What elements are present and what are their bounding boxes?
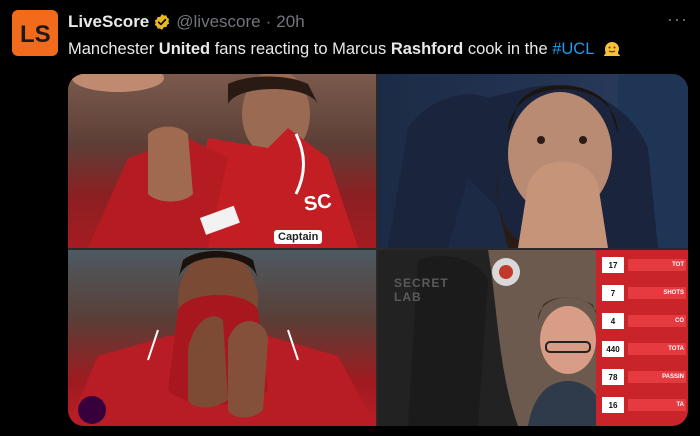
tweet-text-part: cook in the — [463, 40, 553, 58]
sponsor-logo: SC — [302, 190, 334, 216]
player-biting-shirt-photo[interactable]: SC Captain — [68, 74, 376, 248]
avatar-livescore[interactable]: LS — [12, 10, 58, 56]
stat-row: 17 TOT — [602, 256, 686, 274]
player-silhouette-icon — [72, 74, 358, 248]
hashtag-link[interactable]: #UCL — [552, 40, 594, 58]
chair-brand-line: SECRET — [394, 276, 449, 290]
stat-row: 16 TA — [602, 396, 686, 414]
more-options-icon[interactable]: ··· — [667, 9, 688, 30]
account-handle[interactable]: @livescore — [176, 12, 260, 32]
stat-label: TOTA — [628, 343, 686, 355]
stat-value: 16 — [602, 397, 624, 413]
streamer-stats-screen-photo[interactable]: SECRET LAB 17 TOT 7 SHOTS 4 CO 440 TOTA … — [378, 250, 688, 426]
stat-row: 78 PASSIN — [602, 368, 686, 386]
player2-silhouette-icon — [68, 251, 376, 426]
separator-dot: · — [265, 12, 272, 31]
stat-value: 78 — [602, 369, 624, 385]
tweet-text-bold: United — [158, 40, 211, 58]
tweet-header: LiveScore @livescore · 20h ··· — [68, 9, 688, 33]
stat-value: 4 — [602, 313, 624, 329]
stat-row: 4 CO — [602, 312, 686, 330]
stat-value: 17 — [602, 257, 624, 273]
chair-brand-line: LAB — [394, 290, 422, 304]
account-name[interactable]: LiveScore — [68, 12, 149, 32]
tweet-time[interactable]: 20h — [276, 12, 304, 32]
tweet-text: Manchester United fans reacting to Marcu… — [68, 38, 622, 59]
captain-armband: Captain — [274, 230, 323, 244]
stat-label: CO — [628, 315, 686, 327]
media-grid[interactable]: SC Captain SECRET LAB 17 TOT 7 SHOTS 4 C… — [68, 74, 688, 426]
stat-row: 440 TOTA — [602, 340, 686, 358]
stat-value: 440 — [602, 341, 624, 357]
verified-badge-icon[interactable] — [153, 13, 171, 31]
stat-value: 7 — [602, 285, 624, 301]
svg-text:LS: LS — [20, 21, 51, 48]
livescore-logo-icon: LS — [20, 21, 51, 48]
match-stats-panel: 17 TOT 7 SHOTS 4 CO 440 TOTA 78 PASSIN 1… — [596, 250, 688, 426]
melting-face-emoji-icon — [604, 42, 621, 56]
stat-label: TA — [628, 399, 686, 411]
chair-brand-text: SECRET LAB — [394, 276, 449, 304]
stat-row: 7 SHOTS — [602, 284, 686, 302]
manager-hands-on-face-photo[interactable] — [378, 74, 688, 248]
stat-label: SHOTS — [628, 287, 686, 299]
manager-silhouette-icon — [388, 74, 688, 248]
tweet-text-part: Manchester — [68, 40, 159, 58]
player-covering-face-photo[interactable] — [68, 250, 376, 426]
stat-label: PASSIN — [628, 371, 686, 383]
tweet-text-part: fans reacting to Marcus — [210, 40, 391, 58]
stat-label: TOT — [628, 259, 686, 271]
tweet-text-bold: Rashford — [390, 40, 464, 58]
